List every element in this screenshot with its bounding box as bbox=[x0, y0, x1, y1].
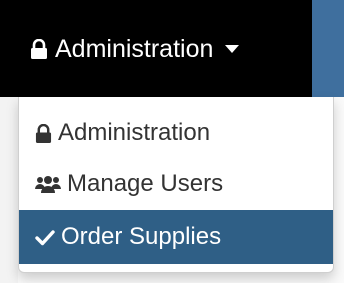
menu-item-order-supplies[interactable]: Order Supplies bbox=[19, 210, 333, 264]
navbar-accent-strip bbox=[312, 0, 344, 97]
checkmark-icon bbox=[35, 229, 55, 246]
administration-dropdown-toggle[interactable]: Administration bbox=[30, 32, 240, 66]
menu-item-label: Administration bbox=[58, 119, 211, 146]
app-window: Administration Administration Manage Use… bbox=[0, 0, 344, 283]
menu-item-administration[interactable]: Administration bbox=[19, 106, 333, 160]
menu-item-manage-users[interactable]: Manage Users bbox=[19, 157, 333, 211]
dropdown-menu: Administration Manage Users Order Suppli… bbox=[18, 97, 334, 273]
dropdown-toggle-label: Administration bbox=[55, 34, 214, 63]
menu-item-label: Manage Users bbox=[67, 170, 224, 197]
menu-item-label: Order Supplies bbox=[61, 223, 222, 250]
caret-down-icon bbox=[225, 44, 240, 54]
side-panel-edge bbox=[0, 97, 18, 283]
lock-icon bbox=[30, 39, 48, 59]
navbar: Administration bbox=[0, 0, 312, 97]
lock-icon bbox=[35, 123, 52, 143]
users-icon bbox=[35, 174, 61, 194]
